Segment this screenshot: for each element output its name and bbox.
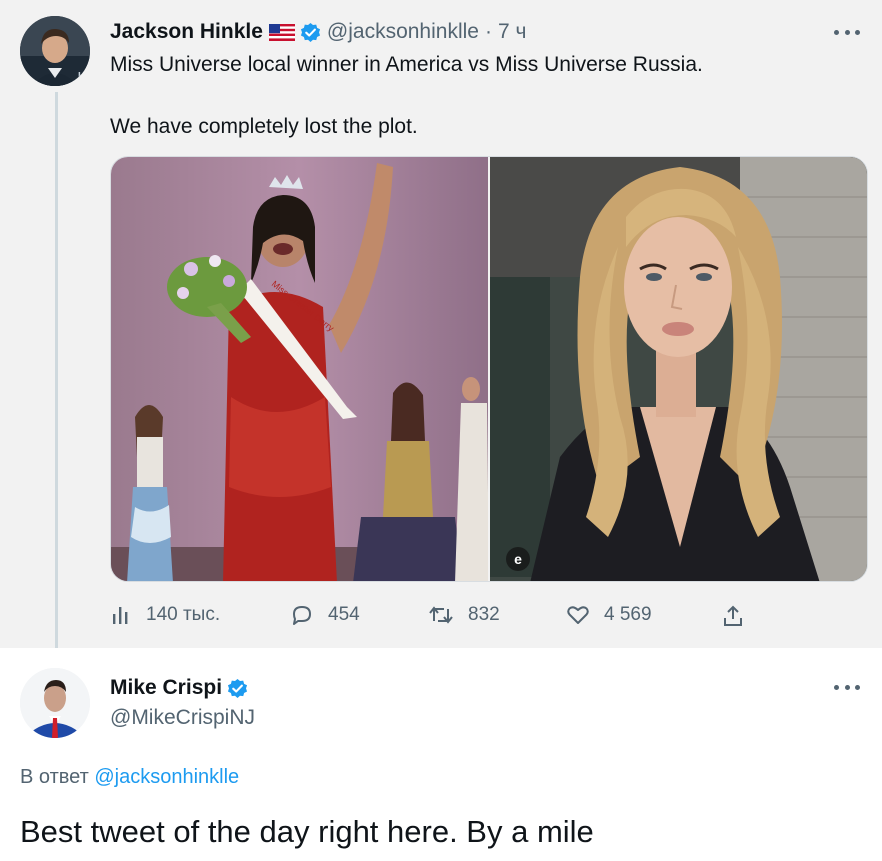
author-name[interactable]: Jackson Hinkle xyxy=(110,20,263,44)
main-tweet[interactable]: HB Jackson Hinkle @jacksonhinklle · 7 ч … xyxy=(0,0,882,658)
views-count: 140 тыс. xyxy=(146,604,221,625)
svg-text:HB: HB xyxy=(78,71,90,82)
media-badge[interactable]: e xyxy=(506,547,530,571)
author-handle[interactable]: @jacksonhinklle xyxy=(327,20,479,44)
retweet-action[interactable]: 832 xyxy=(428,604,500,626)
retweet-count: 832 xyxy=(468,604,500,625)
reply-action[interactable]: 454 xyxy=(290,604,360,626)
verified-badge-icon xyxy=(300,22,321,43)
verified-badge-icon xyxy=(227,678,248,699)
views-action[interactable]: 140 тыс. xyxy=(110,604,220,626)
views-icon xyxy=(110,604,132,626)
share-action[interactable] xyxy=(722,604,744,628)
reply-mention-link[interactable]: @jacksonhinklle xyxy=(94,766,239,788)
separator-dot: · xyxy=(484,20,492,43)
share-icon xyxy=(722,604,744,628)
media-photo-left[interactable]: Miss Greater Derry xyxy=(111,157,488,581)
reply-avatar[interactable] xyxy=(20,668,90,738)
reply-author-name[interactable]: Mike Crispi xyxy=(110,676,222,700)
like-count: 4 569 xyxy=(604,604,652,625)
tweet-actions: 140 тыс. 454 832 4 569 xyxy=(110,604,750,632)
like-action[interactable]: 4 569 xyxy=(566,604,652,626)
reply-icon xyxy=(290,604,314,626)
more-icon[interactable] xyxy=(834,27,860,37)
reply-prefix: В ответ xyxy=(20,766,89,788)
reply-context: В ответ @jacksonhinklle xyxy=(20,766,239,789)
like-icon xyxy=(566,604,590,626)
tweet-text-line1: Miss Universe local winner in America vs… xyxy=(110,53,703,76)
more-icon[interactable] xyxy=(834,682,860,692)
author-row: Jackson Hinkle @jacksonhinklle · 7 ч xyxy=(110,18,526,46)
reply-count: 454 xyxy=(328,604,360,625)
tweet-timestamp[interactable]: 7 ч xyxy=(498,20,526,44)
tweet-text-line2: We have completely lost the plot. xyxy=(110,115,418,138)
retweet-icon xyxy=(428,604,454,626)
reply-author-handle[interactable]: @MikeCrispiNJ xyxy=(110,706,255,730)
reply-text: Best tweet of the day right here. By a m… xyxy=(20,814,594,849)
media-photo-right[interactable]: e xyxy=(490,157,867,581)
reply-author-row: Mike Crispi xyxy=(110,674,248,702)
flag-us-icon xyxy=(268,23,295,41)
tweet-media-grid: Miss Greater Derry e xyxy=(110,156,868,582)
avatar[interactable]: HB xyxy=(20,16,90,86)
thread-connector-line xyxy=(55,92,58,658)
